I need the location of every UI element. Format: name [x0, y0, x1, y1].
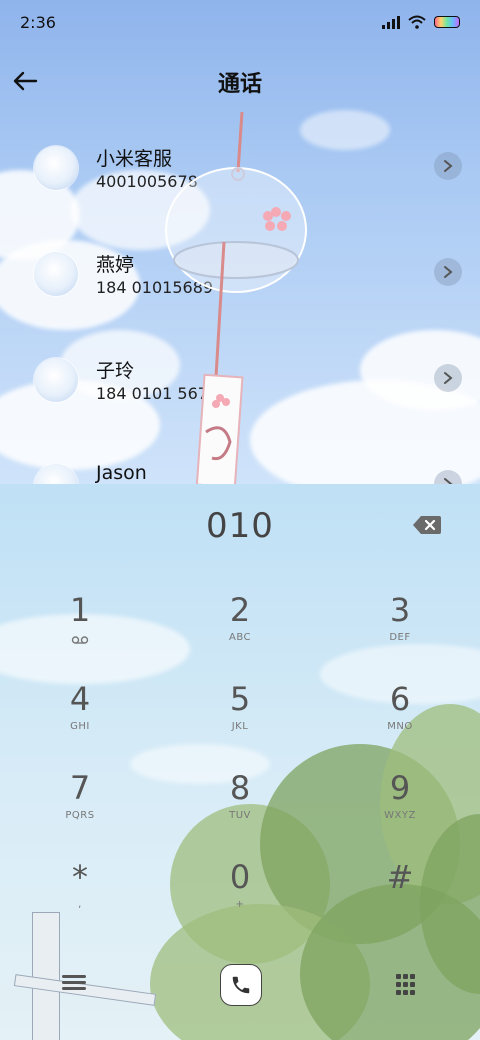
voicemail-icon	[71, 636, 89, 644]
key-letters: ABC	[228, 632, 251, 643]
key-digit: 5	[229, 680, 251, 718]
keypad-grid-icon[interactable]	[396, 974, 418, 996]
key-letters: WXYZ	[384, 810, 416, 821]
key-digit: 1	[69, 591, 91, 629]
backspace-icon[interactable]	[412, 514, 442, 536]
key-4[interactable]: 4 GHI	[25, 679, 135, 759]
key-8[interactable]: 8 TUV	[185, 768, 295, 848]
key-digit: 8	[229, 769, 251, 807]
status-bar: 2:36	[0, 0, 480, 44]
chevron-right-icon[interactable]	[434, 152, 462, 180]
dialed-number: 010	[206, 506, 274, 546]
contact-name: 子玲	[96, 360, 135, 382]
phone-number: 184 0101 5678	[96, 384, 219, 403]
status-time: 2:36	[20, 12, 56, 32]
key-digit: 2	[229, 591, 251, 629]
chevron-right-icon[interactable]	[434, 470, 462, 484]
key-digit: 0	[229, 858, 251, 896]
key-3[interactable]: 3 DEF	[345, 590, 455, 670]
dialer-bottom-bar	[0, 960, 480, 1020]
key-0[interactable]: 0 +	[185, 857, 295, 937]
contact-name: Jason	[96, 462, 147, 484]
key-digit: 3	[389, 591, 411, 629]
key-letters: TUV	[229, 810, 251, 821]
key-7[interactable]: 7 PQRS	[25, 768, 135, 848]
key-6[interactable]: 6 MNO	[345, 679, 455, 759]
call-item[interactable]: Jason	[0, 428, 480, 484]
wallpaper-trees	[0, 484, 480, 1040]
dial-display: 010	[0, 500, 480, 556]
key-digit: 7	[69, 769, 91, 807]
chevron-right-icon[interactable]	[434, 258, 462, 286]
key-9[interactable]: 9 WXYZ	[345, 768, 455, 848]
header: 通话	[0, 56, 480, 106]
page-title: 通话	[217, 72, 262, 97]
key-letters: PQRS	[65, 810, 95, 821]
contact-name: 小米客服	[96, 148, 173, 170]
key-letters: GHI	[70, 721, 90, 732]
wifi-icon	[408, 15, 426, 29]
chevron-right-icon[interactable]	[434, 364, 462, 392]
key-letters: DEF	[389, 632, 411, 643]
key-digit: *	[72, 858, 88, 896]
avatar	[34, 252, 78, 296]
phone-number: 184 01015689	[96, 278, 214, 297]
menu-icon[interactable]	[62, 972, 86, 996]
call-item[interactable]: 燕婷 184 01015689	[0, 216, 480, 322]
call-button[interactable]	[220, 964, 262, 1006]
key-letters: ,	[78, 899, 82, 910]
contact-name: 燕婷	[96, 254, 135, 276]
avatar	[34, 358, 78, 402]
avatar	[34, 146, 78, 190]
phone-number: 4001005678	[96, 172, 198, 191]
battery-icon	[434, 16, 460, 28]
key-star[interactable]: * ,	[25, 857, 135, 937]
status-icons	[382, 15, 460, 29]
key-digit: #	[386, 858, 414, 896]
key-letters: JKL	[231, 721, 249, 732]
key-letters: +	[235, 899, 245, 910]
call-item[interactable]: 子玲 184 0101 5678	[0, 322, 480, 428]
key-digit: 4	[69, 680, 91, 718]
key-1[interactable]: 1	[25, 590, 135, 670]
key-2[interactable]: 2 ABC	[185, 590, 295, 670]
call-item[interactable]: 小米客服 4001005678	[0, 110, 480, 216]
key-digit: 6	[389, 680, 411, 718]
key-digit: 9	[389, 769, 411, 807]
key-letters: MNO	[387, 721, 413, 732]
key-hash[interactable]: #	[345, 857, 455, 937]
signal-icon	[382, 15, 400, 29]
phone-icon	[232, 976, 250, 994]
key-5[interactable]: 5 JKL	[185, 679, 295, 759]
avatar	[34, 464, 78, 484]
call-log-list: 小米客服 4001005678 燕婷 184 01015689 子玲 184 0…	[0, 110, 480, 484]
